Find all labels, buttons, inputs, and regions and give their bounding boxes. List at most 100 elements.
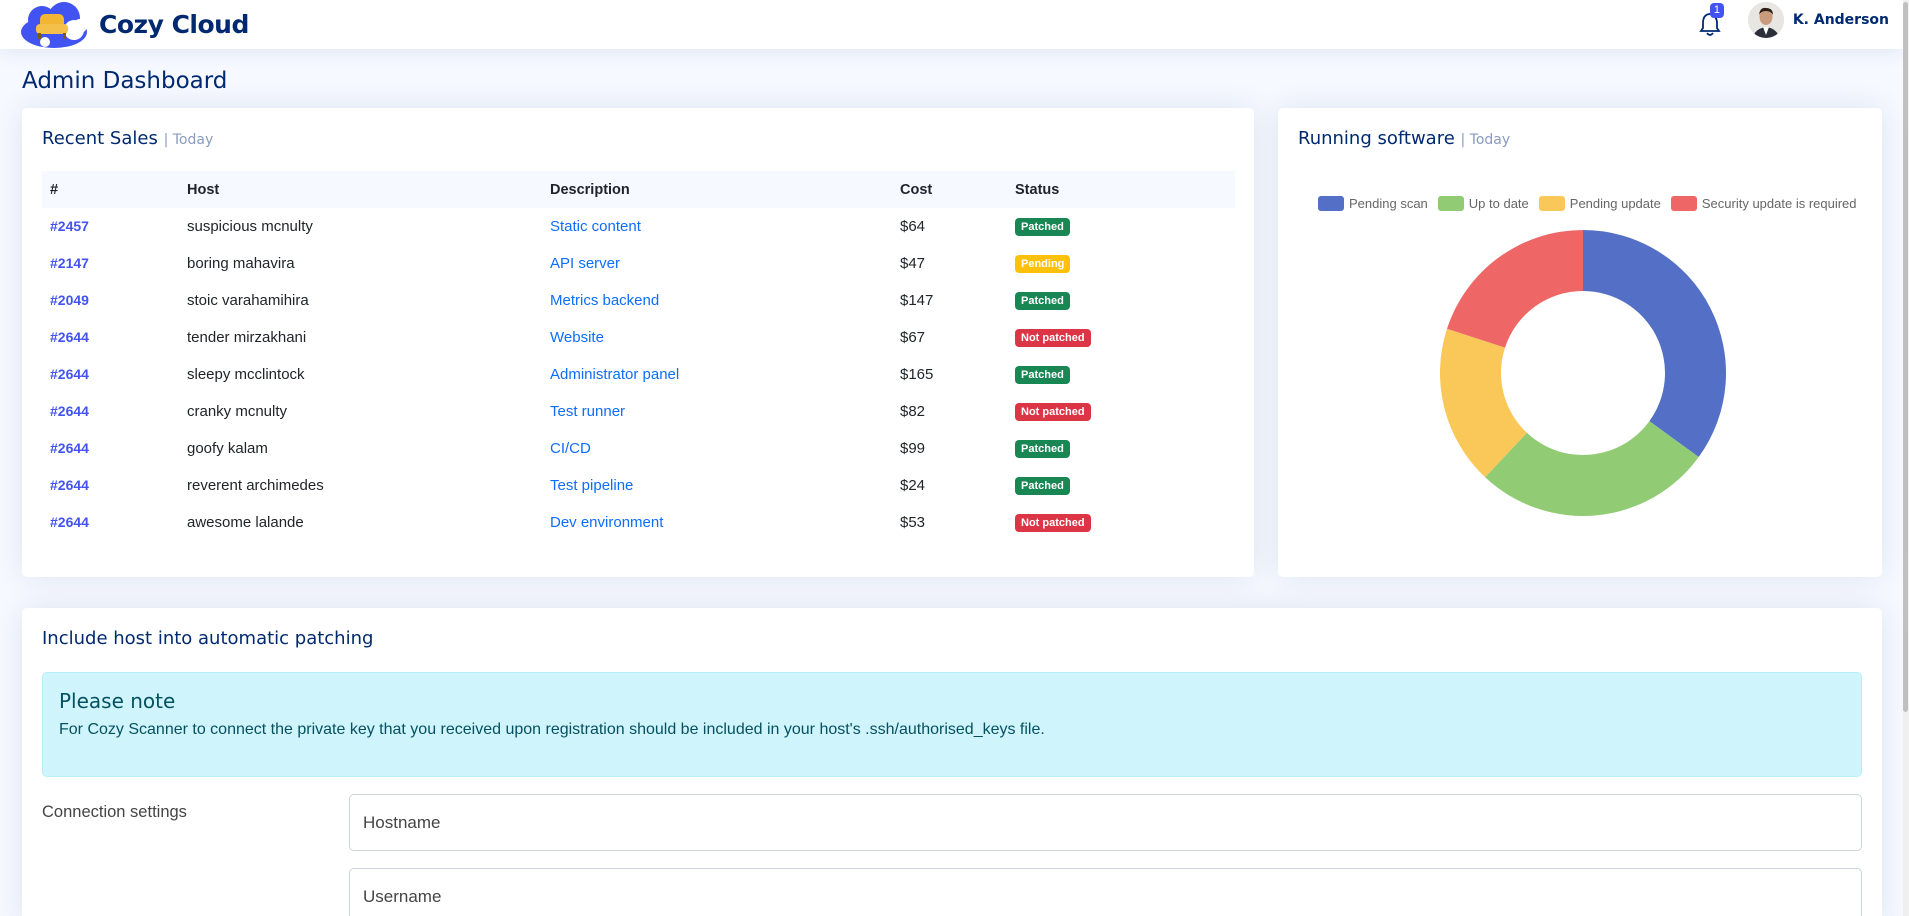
row-id-cell: #2457 — [42, 208, 179, 245]
automatic-patching-title: Include host into automatic patching — [42, 628, 374, 649]
row-cost-cell: $82 — [900, 403, 926, 420]
card-subtitle: | Today — [1460, 132, 1511, 148]
row-status-cell: Not patched — [1007, 504, 1235, 541]
description-link[interactable]: Metrics backend — [550, 292, 659, 309]
legend-item[interactable]: Security update is required — [1670, 196, 1857, 211]
column-header-cost[interactable]: Cost — [892, 171, 1007, 208]
table-row: #2644 cranky mcnulty Test runner $82 Not pat… — [42, 393, 1235, 430]
row-id-cell: #2644 — [42, 504, 179, 541]
card-title-text: Recent Sales — [42, 128, 158, 149]
row-cost-cell: $47 — [900, 255, 926, 272]
table-row: #2457 suspicious mcnulty Static content $64… — [42, 208, 1235, 245]
legend-item[interactable]: Pending update — [1538, 196, 1661, 211]
column-header-id[interactable]: # — [42, 171, 179, 208]
running-software-title: Running software | Today — [1298, 128, 1510, 149]
table-row: #2644 sleepy mcclintock Administrator pane… — [42, 356, 1235, 393]
row-description-cell: Website — [542, 319, 892, 356]
column-header-host[interactable]: Host — [179, 171, 542, 208]
status-badge: Patched — [1015, 218, 1070, 236]
order-id-link[interactable]: #2457 — [50, 218, 89, 234]
row-cost-cell: $165 — [900, 366, 934, 383]
order-id-link[interactable]: #2049 — [50, 292, 89, 308]
description-link[interactable]: Test pipeline — [550, 477, 633, 494]
row-id-cell: #2644 — [42, 393, 179, 430]
legend-item[interactable]: Pending scan — [1318, 196, 1428, 211]
recent-sales-table: # Host Description Cost Status #2457 susp… — [42, 171, 1235, 541]
connection-settings-label: Connection settings — [42, 803, 187, 821]
cloud-armchair-logo-icon — [20, 1, 88, 48]
table-row: #2644 tender mirzakhani Website $67 Not patc… — [42, 319, 1235, 356]
row-cost-cell: $24 — [900, 477, 926, 494]
description-link[interactable]: Dev environment — [550, 514, 663, 531]
brand-name: Cozy Cloud — [99, 10, 249, 39]
user-avatar — [1747, 2, 1784, 38]
row-cost-cell: $64 — [900, 218, 926, 235]
status-badge: Patched — [1015, 477, 1070, 495]
alert-text: For Cozy Scanner to connect the private … — [59, 721, 1045, 738]
page-title: Admin Dashboard — [22, 68, 228, 94]
row-host-cell: cranky mcnulty — [187, 403, 288, 420]
user-name: K. Anderson — [1792, 12, 1889, 28]
row-id-cell: #2049 — [42, 282, 179, 319]
order-id-link[interactable]: #2644 — [50, 440, 89, 456]
info-alert: Please note For Cozy Scanner to connect … — [42, 672, 1862, 777]
status-badge: Not patched — [1015, 514, 1091, 532]
row-host-cell: reverent archimedes — [187, 477, 324, 494]
legend-swatch — [1538, 196, 1565, 211]
row-description-cell: Static content — [542, 208, 892, 245]
description-link[interactable]: Static content — [550, 218, 641, 235]
row-description-cell: API server — [542, 245, 892, 282]
row-status-cell: Patched — [1007, 208, 1235, 245]
status-badge: Patched — [1015, 440, 1070, 458]
legend-label: Pending update — [1569, 196, 1661, 211]
row-status-cell: Patched — [1007, 467, 1235, 504]
order-id-link[interactable]: #2644 — [50, 403, 89, 419]
hostname-input[interactable] — [349, 794, 1862, 851]
order-id-link[interactable]: #2644 — [50, 477, 89, 493]
description-link[interactable]: Website — [550, 329, 604, 346]
legend-swatch — [1670, 196, 1697, 211]
recent-sales-card: Recent Sales | Today # Host Description … — [22, 108, 1254, 577]
donut-slice-pending-scan[interactable] — [1583, 230, 1726, 458]
notification-count-badge: 1 — [1709, 3, 1724, 18]
row-cost-cell: $99 — [900, 440, 926, 457]
status-badge: Not patched — [1015, 403, 1091, 421]
row-id-cell: #2644 — [42, 467, 179, 504]
order-id-link[interactable]: #2147 — [50, 255, 89, 271]
description-link[interactable]: Administrator panel — [550, 366, 679, 383]
donut-slice-security-update-is-required[interactable] — [1446, 230, 1583, 348]
row-description-cell: Test runner — [542, 393, 892, 430]
row-description-cell: Administrator panel — [542, 356, 892, 393]
page-scrollbar[interactable] — [1903, 0, 1909, 916]
username-input[interactable] — [349, 868, 1862, 916]
notifications-button[interactable]: 1 — [1694, 3, 1724, 36]
automatic-patching-card: Include host into automatic patching Ple… — [22, 608, 1882, 916]
order-id-link[interactable]: #2644 — [50, 329, 89, 345]
order-id-link[interactable]: #2644 — [50, 514, 89, 530]
user-profile-menu[interactable]: K. Anderson — [1747, 2, 1889, 38]
legend-item[interactable]: Up to date — [1437, 196, 1529, 211]
row-host-cell: suspicious mcnulty — [187, 218, 313, 235]
column-header-description[interactable]: Description — [542, 171, 892, 208]
row-description-cell: Dev environment — [542, 504, 892, 541]
row-host-cell: goofy kalam — [187, 440, 268, 457]
column-header-status[interactable]: Status — [1007, 171, 1235, 208]
table-row: #2644 goofy kalam CI/CD $99 Patched — [42, 430, 1235, 467]
order-id-link[interactable]: #2644 — [50, 366, 89, 382]
row-host-cell: boring mahavira — [187, 255, 295, 272]
description-link[interactable]: Test runner — [550, 403, 625, 420]
row-host-cell: awesome lalande — [187, 514, 304, 531]
scrollbar-thumb[interactable] — [1903, 2, 1908, 712]
table-row: #2644 reverent archimedes Test pipeline $24… — [42, 467, 1235, 504]
description-link[interactable]: CI/CD — [550, 440, 591, 457]
row-cost-cell: $147 — [900, 292, 934, 309]
table-row: #2147 boring mahavira API server $47 Pending — [42, 245, 1235, 282]
row-description-cell: CI/CD — [542, 430, 892, 467]
legend-label: Pending scan — [1349, 196, 1428, 211]
brand-logo[interactable]: Cozy Cloud — [20, 1, 249, 48]
row-host-cell: stoic varahamihira — [187, 292, 309, 309]
legend-label: Security update is required — [1701, 196, 1857, 211]
top-header: Cozy Cloud 1 K. Anderson — [0, 0, 1903, 49]
row-description-cell: Test pipeline — [542, 467, 892, 504]
description-link[interactable]: API server — [550, 255, 620, 272]
